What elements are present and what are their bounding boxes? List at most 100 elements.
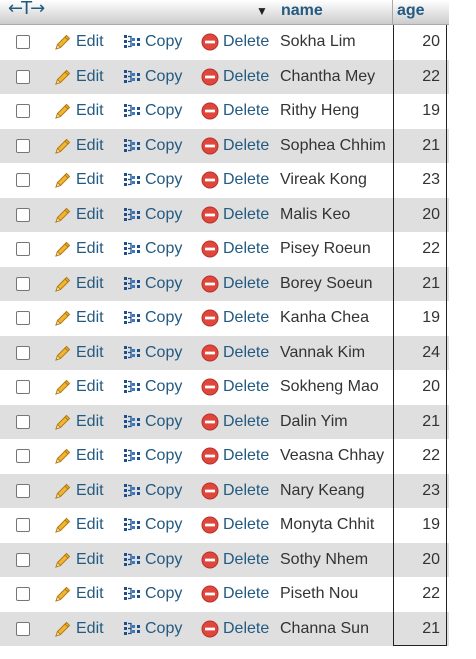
name-cell[interactable]: Sokha Lim bbox=[280, 33, 356, 51]
edit-link[interactable]: Edit bbox=[53, 239, 104, 259]
column-header-age[interactable]: age bbox=[397, 2, 425, 20]
age-cell[interactable]: 21 bbox=[393, 128, 447, 163]
name-cell[interactable]: Dalin Yim bbox=[280, 413, 348, 431]
age-cell[interactable]: 22 bbox=[393, 577, 447, 612]
copy-link[interactable]: Copy bbox=[122, 584, 182, 604]
age-cell[interactable]: 20 bbox=[393, 25, 447, 60]
name-cell[interactable]: Pisey Roeun bbox=[280, 240, 371, 258]
row-checkbox[interactable] bbox=[16, 345, 30, 360]
age-cell[interactable]: 20 bbox=[393, 542, 447, 577]
age-cell[interactable]: 23 bbox=[393, 473, 447, 508]
age-cell[interactable]: 22 bbox=[393, 232, 447, 267]
edit-link[interactable]: Edit bbox=[53, 136, 104, 156]
copy-link[interactable]: Copy bbox=[122, 377, 182, 397]
copy-link[interactable]: Copy bbox=[122, 32, 182, 52]
column-header-name[interactable]: name bbox=[281, 2, 323, 20]
name-cell[interactable]: Chantha Mey bbox=[280, 68, 375, 86]
copy-link[interactable]: Copy bbox=[122, 274, 182, 294]
copy-link[interactable]: Copy bbox=[122, 550, 182, 570]
copy-link[interactable]: Copy bbox=[122, 67, 182, 87]
edit-link[interactable]: Edit bbox=[53, 170, 104, 190]
name-cell[interactable]: Sokheng Mao bbox=[280, 378, 379, 396]
delete-link[interactable]: Delete bbox=[200, 481, 269, 501]
row-checkbox[interactable] bbox=[16, 483, 30, 498]
edit-link[interactable]: Edit bbox=[53, 412, 104, 432]
name-cell[interactable]: Sophea Chhim bbox=[280, 137, 386, 155]
delete-link[interactable]: Delete bbox=[200, 136, 269, 156]
delete-link[interactable]: Delete bbox=[200, 584, 269, 604]
edit-link[interactable]: Edit bbox=[53, 550, 104, 570]
age-cell[interactable]: 20 bbox=[393, 197, 447, 232]
delete-link[interactable]: Delete bbox=[200, 205, 269, 225]
edit-link[interactable]: Edit bbox=[53, 205, 104, 225]
row-checkbox[interactable] bbox=[16, 380, 30, 394]
delete-link[interactable]: Delete bbox=[200, 67, 269, 87]
delete-link[interactable]: Delete bbox=[200, 170, 269, 190]
name-cell[interactable]: Veasna Chhay bbox=[280, 447, 384, 465]
name-cell[interactable]: Piseth Nou bbox=[280, 585, 358, 603]
row-checkbox[interactable] bbox=[16, 621, 30, 636]
row-checkbox[interactable] bbox=[16, 35, 30, 49]
edit-link[interactable]: Edit bbox=[53, 515, 104, 535]
sort-dropdown-icon[interactable]: ▼ bbox=[256, 4, 268, 18]
delete-link[interactable]: Delete bbox=[200, 274, 269, 294]
row-checkbox[interactable] bbox=[16, 587, 30, 601]
name-cell[interactable]: Malis Keo bbox=[280, 206, 350, 224]
row-checkbox[interactable] bbox=[16, 311, 30, 325]
name-cell[interactable]: Kanha Chea bbox=[280, 309, 369, 327]
age-cell[interactable]: 22 bbox=[393, 439, 447, 474]
copy-link[interactable]: Copy bbox=[122, 515, 182, 535]
delete-link[interactable]: Delete bbox=[200, 308, 269, 328]
edit-link[interactable]: Edit bbox=[53, 274, 104, 294]
row-checkbox[interactable] bbox=[16, 207, 30, 222]
copy-link[interactable]: Copy bbox=[122, 136, 182, 156]
age-cell[interactable]: 21 bbox=[393, 404, 447, 439]
row-checkbox[interactable] bbox=[16, 173, 30, 187]
edit-link[interactable]: Edit bbox=[53, 67, 104, 87]
copy-link[interactable]: Copy bbox=[122, 170, 182, 190]
name-cell[interactable]: Rithy Heng bbox=[280, 102, 359, 120]
row-checkbox[interactable] bbox=[16, 414, 30, 429]
name-cell[interactable]: Monyta Chhit bbox=[280, 516, 374, 534]
name-cell[interactable]: Nary Keang bbox=[280, 482, 365, 500]
copy-link[interactable]: Copy bbox=[122, 101, 182, 121]
edit-link[interactable]: Edit bbox=[53, 481, 104, 501]
age-cell[interactable]: 24 bbox=[393, 335, 447, 370]
age-cell[interactable]: 21 bbox=[393, 611, 447, 646]
age-cell[interactable]: 21 bbox=[393, 266, 447, 301]
age-cell[interactable]: 23 bbox=[393, 163, 447, 198]
edit-link[interactable]: Edit bbox=[53, 584, 104, 604]
age-cell[interactable]: 19 bbox=[393, 94, 447, 129]
row-checkbox[interactable] bbox=[16, 138, 30, 153]
copy-link[interactable]: Copy bbox=[122, 239, 182, 259]
age-cell[interactable]: 19 bbox=[393, 301, 447, 336]
name-cell[interactable]: Channa Sun bbox=[280, 620, 369, 638]
edit-link[interactable]: Edit bbox=[53, 32, 104, 52]
copy-link[interactable]: Copy bbox=[122, 412, 182, 432]
copy-link[interactable]: Copy bbox=[122, 343, 182, 363]
age-cell[interactable]: 20 bbox=[393, 370, 447, 405]
row-checkbox[interactable] bbox=[16, 552, 30, 567]
age-cell[interactable]: 19 bbox=[393, 508, 447, 543]
delete-link[interactable]: Delete bbox=[200, 32, 269, 52]
copy-link[interactable]: Copy bbox=[122, 481, 182, 501]
delete-link[interactable]: Delete bbox=[200, 377, 269, 397]
row-checkbox[interactable] bbox=[16, 518, 30, 532]
delete-link[interactable]: Delete bbox=[200, 239, 269, 259]
delete-link[interactable]: Delete bbox=[200, 446, 269, 466]
row-checkbox[interactable] bbox=[16, 449, 30, 463]
copy-link[interactable]: Copy bbox=[122, 308, 182, 328]
name-cell[interactable]: Borey Soeun bbox=[280, 275, 373, 293]
row-checkbox[interactable] bbox=[16, 104, 30, 118]
copy-link[interactable]: Copy bbox=[122, 205, 182, 225]
delete-link[interactable]: Delete bbox=[200, 550, 269, 570]
row-checkbox[interactable] bbox=[16, 69, 30, 84]
edit-link[interactable]: Edit bbox=[53, 446, 104, 466]
edit-link[interactable]: Edit bbox=[53, 343, 104, 363]
delete-link[interactable]: Delete bbox=[200, 101, 269, 121]
delete-link[interactable]: Delete bbox=[200, 619, 269, 639]
delete-link[interactable]: Delete bbox=[200, 343, 269, 363]
edit-link[interactable]: Edit bbox=[53, 619, 104, 639]
row-checkbox[interactable] bbox=[16, 242, 30, 256]
name-cell[interactable]: Vannak Kim bbox=[280, 344, 365, 362]
